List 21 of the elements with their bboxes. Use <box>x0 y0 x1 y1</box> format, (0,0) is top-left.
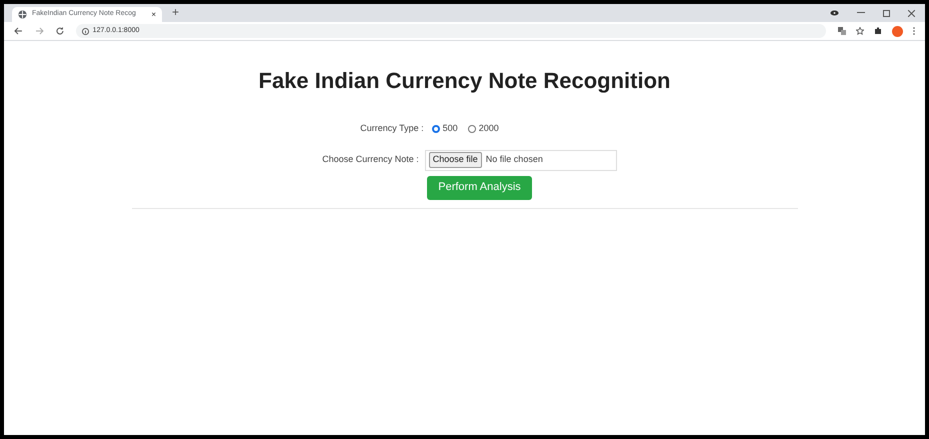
globe-icon <box>18 10 27 19</box>
radio-button[interactable] <box>468 124 476 133</box>
star-icon[interactable] <box>856 27 864 35</box>
new-tab-button[interactable]: + <box>172 3 180 21</box>
translate-icon[interactable] <box>838 27 846 35</box>
close-tab-button[interactable]: × <box>151 8 156 20</box>
minimize-icon[interactable] <box>857 12 865 14</box>
choose-note-label: Choose Currency Note : <box>322 153 419 166</box>
close-icon[interactable] <box>908 10 915 16</box>
currency-type-label: Currency Type : <box>360 122 424 135</box>
radio-button[interactable] <box>432 124 440 133</box>
radio-label: 500 <box>442 122 458 135</box>
page-title: Fake Indian Currency Note Recognition <box>258 67 670 95</box>
info-icon <box>82 28 89 34</box>
reload-icon[interactable] <box>56 27 64 35</box>
eye-icon[interactable] <box>830 10 839 16</box>
back-icon[interactable] <box>14 27 23 35</box>
restore-icon[interactable] <box>883 10 890 16</box>
file-input[interactable]: Choose file No file chosen <box>424 150 617 170</box>
profile-avatar[interactable] <box>892 26 903 36</box>
radio-label: 2000 <box>478 122 499 135</box>
